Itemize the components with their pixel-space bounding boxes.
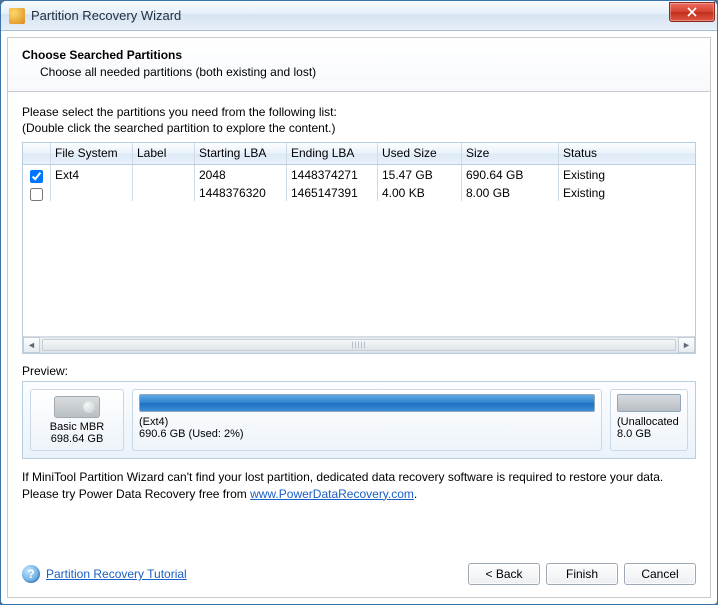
col-ending-lba[interactable]: Ending LBA [287, 143, 378, 164]
power-data-recovery-link[interactable]: www.PowerDataRecovery.com [250, 487, 414, 501]
page-title: Choose Searched Partitions [22, 48, 696, 62]
cell-fs: Ext4 [51, 165, 133, 183]
app-icon [9, 8, 25, 24]
disk-icon [54, 396, 100, 418]
footer: ? Partition Recovery Tutorial < Back Fin… [8, 555, 710, 597]
partition-detail: 8.0 GB [617, 428, 681, 440]
scroll-right-button[interactable]: ► [678, 337, 695, 353]
cell-fs [51, 183, 133, 201]
col-label[interactable]: Label [133, 143, 195, 164]
cell-elba: 1448374271 [287, 165, 378, 183]
note-text-after: . [414, 487, 417, 501]
tutorial-link-wrap: Partition Recovery Tutorial [46, 567, 462, 581]
instruction-line-1: Please select the partitions you need fr… [22, 104, 696, 120]
disk-size: 698.64 GB [51, 433, 104, 445]
cell-used: 4.00 KB [378, 183, 462, 201]
page-subtitle: Choose all needed partitions (both exist… [22, 62, 696, 79]
close-button[interactable] [669, 2, 715, 22]
recovery-note: If MiniTool Partition Wizard can't find … [22, 469, 696, 501]
scroll-thumb[interactable] [42, 339, 676, 351]
col-size[interactable]: Size [462, 143, 559, 164]
col-checkbox[interactable] [23, 143, 51, 164]
header-section: Choose Searched Partitions Choose all ne… [8, 38, 710, 92]
preview-label: Preview: [22, 364, 696, 378]
finish-button[interactable]: Finish [546, 563, 618, 585]
row-checkbox[interactable] [30, 170, 43, 183]
table-body: Ext4 2048 1448374271 15.47 GB 690.64 GB … [23, 165, 695, 336]
horizontal-scrollbar[interactable]: ◄ ► [23, 336, 695, 353]
cancel-button[interactable]: Cancel [624, 563, 696, 585]
table-row[interactable]: 1448376320 1465147391 4.00 KB 8.00 GB Ex… [23, 183, 695, 201]
cell-elba: 1465147391 [287, 183, 378, 201]
cell-size: 690.64 GB [462, 165, 559, 183]
disk-name: Basic MBR [50, 421, 104, 433]
partition-label: (Unallocated [617, 416, 681, 428]
cell-label [133, 183, 195, 201]
scroll-left-button[interactable]: ◄ [23, 337, 40, 353]
titlebar[interactable]: Partition Recovery Wizard [1, 1, 717, 31]
cell-slba: 2048 [195, 165, 287, 183]
help-icon[interactable]: ? [22, 565, 40, 583]
partition-bar [139, 394, 595, 412]
cell-size: 8.00 GB [462, 183, 559, 201]
close-icon [687, 7, 697, 17]
window-title: Partition Recovery Wizard [31, 8, 669, 23]
tutorial-link[interactable]: Partition Recovery Tutorial [46, 567, 187, 581]
cell-status: Existing [559, 165, 695, 183]
partition-table: File System Label Starting LBA Ending LB… [22, 142, 696, 354]
cell-label [133, 165, 195, 183]
cell-used: 15.47 GB [378, 165, 462, 183]
partition-bar [617, 394, 681, 412]
back-button[interactable]: < Back [468, 563, 540, 585]
preview-box: Basic MBR 698.64 GB (Ext4) 690.6 GB (Use… [22, 381, 696, 459]
row-checkbox[interactable] [30, 188, 43, 201]
col-used-size[interactable]: Used Size [378, 143, 462, 164]
cell-status: Existing [559, 183, 695, 201]
partition-detail: 690.6 GB (Used: 2%) [139, 428, 595, 440]
disk-block[interactable]: Basic MBR 698.64 GB [30, 389, 124, 451]
partition-unallocated-block[interactable]: (Unallocated 8.0 GB [610, 389, 688, 451]
content-panel: Choose Searched Partitions Choose all ne… [7, 37, 711, 598]
col-starting-lba[interactable]: Starting LBA [195, 143, 287, 164]
instruction-line-2: (Double click the searched partition to … [22, 120, 696, 136]
wizard-window: Partition Recovery Wizard Choose Searche… [0, 0, 718, 605]
col-status[interactable]: Status [559, 143, 695, 164]
table-row[interactable]: Ext4 2048 1448374271 15.47 GB 690.64 GB … [23, 165, 695, 183]
partition-main-block[interactable]: (Ext4) 690.6 GB (Used: 2%) [132, 389, 602, 451]
table-header-row: File System Label Starting LBA Ending LB… [23, 143, 695, 165]
instructions: Please select the partitions you need fr… [22, 104, 696, 136]
body-section: Please select the partitions you need fr… [8, 92, 710, 555]
scroll-track[interactable] [40, 337, 678, 353]
col-filesystem[interactable]: File System [51, 143, 133, 164]
cell-slba: 1448376320 [195, 183, 287, 201]
partition-label: (Ext4) [139, 416, 595, 428]
